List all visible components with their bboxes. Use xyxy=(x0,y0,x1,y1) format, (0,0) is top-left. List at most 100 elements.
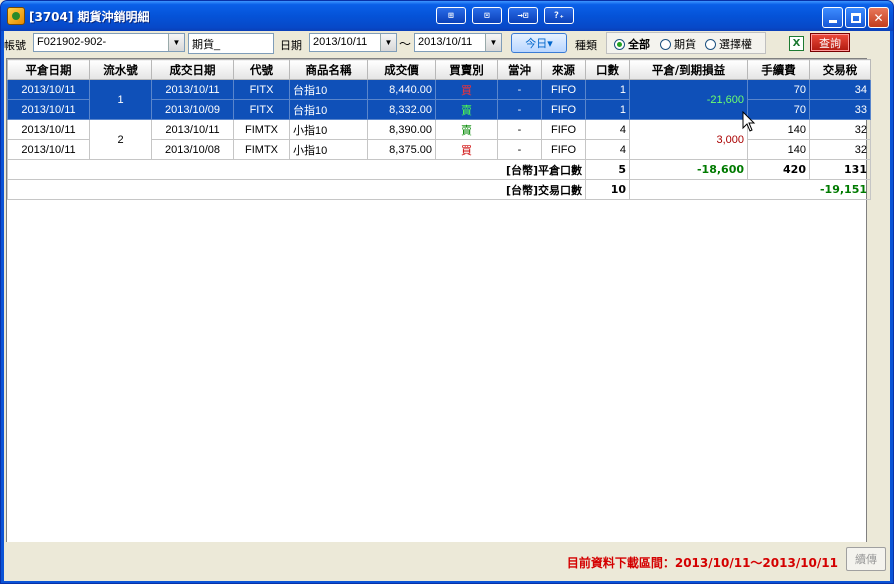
title-bar[interactable]: [3704] 期貨沖銷明細 ⊞ ⊡ →⊡ ?₊ ✕ xyxy=(1,1,893,31)
app-icon xyxy=(7,7,25,25)
chevron-down-icon[interactable]: ▼ xyxy=(380,34,396,51)
account-value: F021902-902- xyxy=(37,36,107,48)
account-select[interactable]: F021902-902- ▼ xyxy=(33,33,185,52)
cell-trade-date: 2013/10/11 xyxy=(151,79,234,100)
col-code[interactable]: 代號 xyxy=(233,59,290,80)
client-area: 帳號 F021902-902- ▼ 期貨_ 日期 2013/10/11 ▼ ～ … xyxy=(4,31,890,581)
offset-detail-table: 平倉日期 流水號 成交日期 代號 商品名稱 成交價 買賣別 當沖 來源 口數 平… xyxy=(7,59,871,200)
col-side[interactable]: 買賣別 xyxy=(435,59,498,80)
radio-options-label: 選擇權 xyxy=(719,38,752,51)
tile-window-button[interactable]: ⊞ xyxy=(436,7,466,24)
minimize-button[interactable] xyxy=(822,7,843,28)
account-name-field[interactable]: 期貨_ xyxy=(188,33,274,54)
cell-pl: 3,000 xyxy=(629,119,748,160)
cell-price: 8,440.00 xyxy=(367,79,436,100)
cell-seq: 2 xyxy=(89,119,152,160)
cell-pl: -21,600 xyxy=(629,79,748,120)
cell-trade-date: 2013/10/09 xyxy=(151,99,234,120)
download-range-text: 目前資料下載區間：2013/10/11～2013/10/11 xyxy=(566,556,838,570)
cell-code: FITX xyxy=(233,79,290,100)
total-close-qty: 5 xyxy=(585,159,630,180)
chevron-down-icon[interactable]: ▼ xyxy=(485,34,501,51)
maximize-icon xyxy=(850,12,861,23)
cell-trade-date: 2013/10/08 xyxy=(151,139,234,160)
today-button[interactable]: 今日▾ xyxy=(511,33,567,53)
date-from-picker[interactable]: 2013/10/11 ▼ xyxy=(309,33,397,52)
col-seq[interactable]: 流水號 xyxy=(89,59,152,80)
cell-close-date: 2013/10/11 xyxy=(7,119,90,140)
radio-all-label: 全部 xyxy=(628,38,650,51)
cell-product-name: 台指10 xyxy=(289,99,368,120)
export-window-button[interactable]: →⊡ xyxy=(508,7,538,24)
cell-tax: 32 xyxy=(809,139,871,160)
data-grid[interactable]: 平倉日期 流水號 成交日期 代號 商品名稱 成交價 買賣別 當沖 來源 口數 平… xyxy=(6,58,871,569)
radio-futures[interactable]: 期貨 xyxy=(660,36,696,52)
cell-qty: 1 xyxy=(585,99,630,120)
cell-daytrade: - xyxy=(497,79,542,100)
cell-seq: 1 xyxy=(89,79,152,120)
radio-all[interactable]: 全部 xyxy=(614,36,650,52)
cell-qty: 1 xyxy=(585,79,630,100)
close-button[interactable]: ✕ xyxy=(868,7,889,28)
col-source[interactable]: 來源 xyxy=(541,59,586,80)
maximize-button[interactable] xyxy=(845,7,866,28)
float-window-button[interactable]: ⊡ xyxy=(472,7,502,24)
col-qty[interactable]: 口數 xyxy=(585,59,630,80)
col-price[interactable]: 成交價 xyxy=(367,59,436,80)
col-close-date[interactable]: 平倉日期 xyxy=(7,59,90,80)
total-trade-label: [台幣]交易口數 xyxy=(7,179,586,200)
total-trade-net: -19,151 xyxy=(629,179,871,200)
status-bar: 目前資料下載區間：2013/10/11～2013/10/11 續傳 xyxy=(4,542,890,580)
total-close-tax: 131 xyxy=(809,159,871,180)
table-row[interactable]: 2013/10/11 2 2013/10/11 FIMTX 小指10 8,390… xyxy=(7,119,871,160)
cell-daytrade: - xyxy=(497,99,542,120)
cell-source: FIFO xyxy=(541,119,586,140)
help-button[interactable]: ?₊ xyxy=(544,7,574,24)
radio-selected-icon xyxy=(614,38,625,50)
filter-toolbar: 帳號 F021902-902- ▼ 期貨_ 日期 2013/10/11 ▼ ～ … xyxy=(4,31,890,57)
cell-product-name: 小指10 xyxy=(289,139,368,160)
continue-download-button[interactable]: 續傳 xyxy=(846,547,886,571)
table-header: 平倉日期 流水號 成交日期 代號 商品名稱 成交價 買賣別 當沖 來源 口數 平… xyxy=(7,59,871,80)
app-window: [3704] 期貨沖銷明細 ⊞ ⊡ →⊡ ?₊ ✕ 帳號 F021902-902… xyxy=(0,0,894,584)
type-label: 種類 xyxy=(575,39,597,52)
cell-close-date: 2013/10/11 xyxy=(7,79,90,100)
chevron-down-icon[interactable]: ▼ xyxy=(168,34,184,51)
cell-trade-date: 2013/10/11 xyxy=(151,119,234,140)
cell-fee: 140 xyxy=(747,119,810,140)
cell-close-date: 2013/10/11 xyxy=(7,99,90,120)
cell-code: FITX xyxy=(233,99,290,120)
close-icon: ✕ xyxy=(873,10,884,25)
cell-source: FIFO xyxy=(541,139,586,160)
col-pl[interactable]: 平倉/到期損益 xyxy=(629,59,748,80)
col-fee[interactable]: 手續費 xyxy=(747,59,810,80)
window-title: [3704] 期貨沖銷明細 xyxy=(29,10,150,24)
col-trade-date[interactable]: 成交日期 xyxy=(151,59,234,80)
cell-source: FIFO xyxy=(541,99,586,120)
query-button[interactable]: 查詢 xyxy=(810,33,850,52)
type-radio-group: 全部 期貨 選擇權 xyxy=(606,32,766,54)
cell-price: 8,390.00 xyxy=(367,119,436,140)
date-to-picker[interactable]: 2013/10/11 ▼ xyxy=(414,33,502,52)
radio-unselected-icon xyxy=(705,38,716,50)
radio-options[interactable]: 選擇權 xyxy=(705,36,752,52)
cell-tax: 34 xyxy=(809,79,871,100)
col-tax[interactable]: 交易稅 xyxy=(809,59,871,80)
total-close-label: [台幣]平倉口數 xyxy=(7,159,586,180)
cell-tax: 33 xyxy=(809,99,871,120)
table-row[interactable]: 2013/10/11 1 2013/10/11 FITX 台指10 8,440.… xyxy=(7,79,871,120)
total-trade-qty: 10 xyxy=(585,179,630,200)
cell-tax: 32 xyxy=(809,119,871,140)
date-from-value: 2013/10/11 xyxy=(313,36,368,48)
radio-unselected-icon xyxy=(660,38,671,50)
cell-code: FIMTX xyxy=(233,119,290,140)
col-daytrade[interactable]: 當沖 xyxy=(497,59,542,80)
radio-futures-label: 期貨 xyxy=(674,38,696,51)
cell-price: 8,375.00 xyxy=(367,139,436,160)
cell-side: 賣 xyxy=(435,119,498,140)
col-product-name[interactable]: 商品名稱 xyxy=(289,59,368,80)
date-to-value: 2013/10/11 xyxy=(418,36,473,48)
total-trade-row: [台幣]交易口數 10 -19,151 xyxy=(7,179,871,200)
cell-code: FIMTX xyxy=(233,139,290,160)
excel-export-icon[interactable]: X xyxy=(789,36,804,51)
